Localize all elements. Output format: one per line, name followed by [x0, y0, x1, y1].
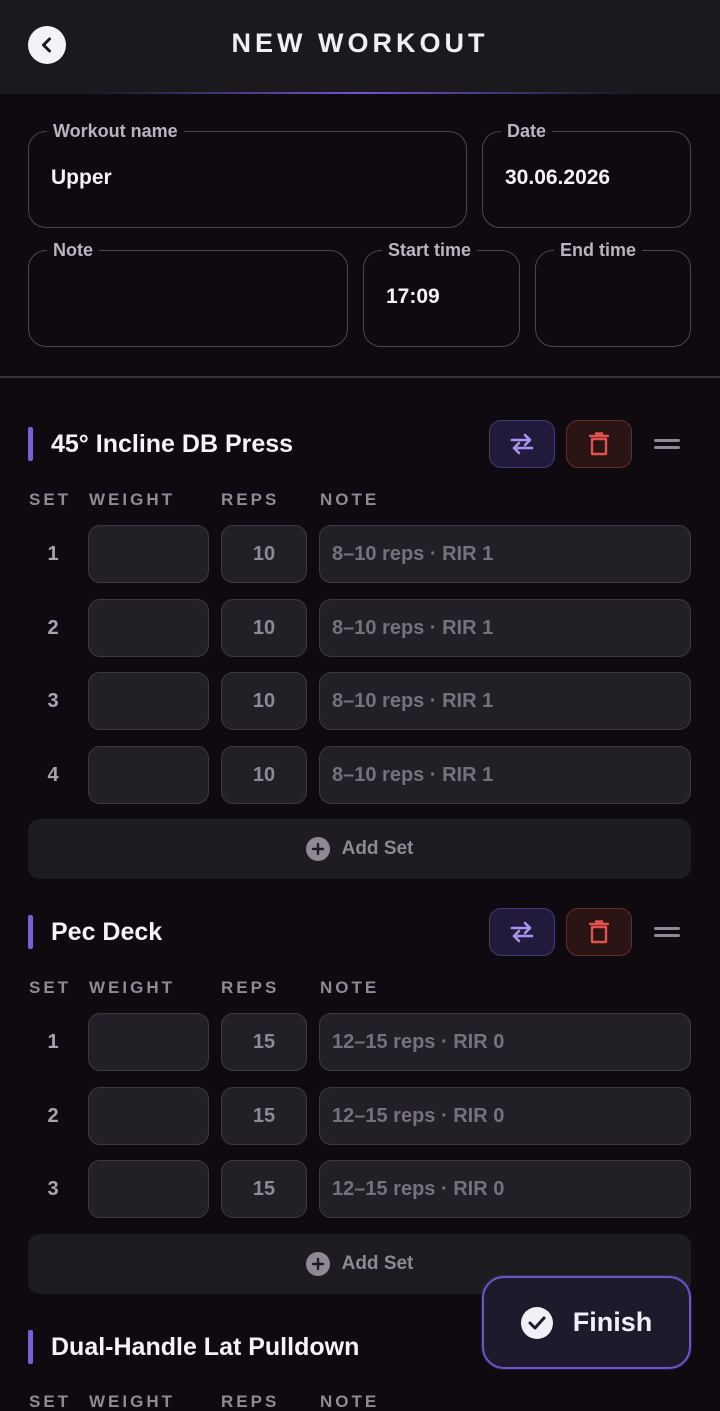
set-note-input[interactable]: 8–10 reps · RIR 1: [319, 525, 691, 583]
start-time-field[interactable]: Start time 17:09: [363, 239, 520, 347]
col-header-reps: REPS: [221, 978, 280, 997]
col-header-weight: WEIGHT: [89, 490, 175, 509]
exercise-accent-bar: [28, 915, 33, 949]
swap-exercise-button[interactable]: [489, 908, 555, 956]
reps-input[interactable]: 10: [221, 525, 307, 583]
col-header-reps: REPS: [221, 1392, 280, 1411]
col-header-note: NOTE: [320, 978, 380, 997]
set-note-input[interactable]: 8–10 reps · RIR 1: [319, 599, 691, 657]
date-label: Date: [501, 120, 553, 142]
check-circle-icon: [520, 1306, 553, 1339]
weight-input[interactable]: [88, 672, 209, 730]
top-bar: NEW WORKOUT: [0, 0, 720, 94]
set-note-input[interactable]: 8–10 reps · RIR 1: [319, 746, 691, 804]
reps-input[interactable]: 15: [221, 1160, 307, 1218]
weight-input[interactable]: [88, 1013, 209, 1071]
section-divider: [0, 376, 720, 378]
exercise-name: Pec Deck: [51, 918, 163, 946]
set-number: 4: [47, 764, 59, 786]
col-header-note: NOTE: [320, 490, 380, 509]
weight-input[interactable]: [88, 746, 209, 804]
exercise-header: Pec Deck: [28, 908, 692, 958]
weight-input[interactable]: [88, 1087, 209, 1145]
delete-exercise-button[interactable]: [566, 420, 632, 468]
swap-exercise-button[interactable]: [489, 420, 555, 468]
set-number: 3: [47, 690, 59, 712]
weight-input[interactable]: [88, 599, 209, 657]
date-value: 30.06.2026: [505, 166, 611, 189]
reps-input[interactable]: 10: [221, 599, 307, 657]
page-title: NEW WORKOUT: [231, 28, 489, 58]
add-set-button[interactable]: Add Set: [28, 819, 691, 879]
set-number: 1: [47, 543, 59, 565]
note-field[interactable]: Note: [28, 239, 348, 347]
add-set-label: Add Set: [341, 1253, 414, 1274]
set-note-input[interactable]: 12–15 reps · RIR 0: [319, 1087, 691, 1145]
col-header-set: SET: [29, 978, 72, 997]
workout-name-value: Upper: [51, 166, 112, 189]
exercise-header: 45° Incline DB Press: [28, 420, 692, 470]
swap-arrows-icon: [510, 433, 534, 455]
exercise-name: 45° Incline DB Press: [51, 430, 294, 458]
col-header-reps: REPS: [221, 490, 280, 509]
set-number: 2: [47, 1105, 59, 1127]
workout-name-field[interactable]: Workout name Upper: [28, 120, 467, 228]
start-time-value: 17:09: [386, 285, 440, 308]
exercise-accent-bar: [28, 427, 33, 461]
reps-input[interactable]: 10: [221, 746, 307, 804]
reps-input[interactable]: 15: [221, 1087, 307, 1145]
exercise-name: Dual-Handle Lat Pulldown: [51, 1333, 360, 1361]
weight-input[interactable]: [88, 1160, 209, 1218]
col-header-set: SET: [29, 1392, 72, 1411]
col-header-set: SET: [29, 490, 72, 509]
trash-icon: [588, 432, 610, 456]
workout-name-label: Workout name: [47, 120, 184, 142]
note-label: Note: [47, 239, 99, 261]
delete-exercise-button[interactable]: [566, 908, 632, 956]
start-time-label: Start time: [382, 239, 478, 261]
drag-handle-icon[interactable]: [654, 436, 680, 452]
reps-input[interactable]: 10: [221, 672, 307, 730]
exercise-accent-bar: [28, 1330, 33, 1364]
drag-handle-icon[interactable]: [654, 924, 680, 940]
set-note-input[interactable]: 12–15 reps · RIR 0: [319, 1013, 691, 1071]
weight-input[interactable]: [88, 525, 209, 583]
set-number: 1: [47, 1031, 59, 1053]
new-workout-screen: NEW WORKOUT Workout name Upper Date 30.0…: [0, 0, 720, 1411]
finish-button[interactable]: Finish: [482, 1276, 691, 1369]
col-header-note: NOTE: [320, 1392, 380, 1411]
col-header-weight: WEIGHT: [89, 978, 175, 997]
set-number: 2: [47, 617, 59, 639]
trash-icon: [588, 920, 610, 944]
end-time-field[interactable]: End time: [535, 239, 691, 347]
col-header-weight: WEIGHT: [89, 1392, 175, 1411]
set-note-input[interactable]: 12–15 reps · RIR 0: [319, 1160, 691, 1218]
end-time-label: End time: [554, 239, 643, 261]
add-set-label: Add Set: [341, 838, 414, 859]
finish-label: Finish: [572, 1307, 653, 1337]
date-field[interactable]: Date 30.06.2026: [482, 120, 691, 228]
plus-circle-icon: [305, 837, 330, 861]
swap-arrows-icon: [510, 921, 534, 943]
set-note-input[interactable]: 8–10 reps · RIR 1: [319, 672, 691, 730]
reps-input[interactable]: 15: [221, 1013, 307, 1071]
set-number: 3: [47, 1178, 59, 1200]
plus-circle-icon: [305, 1252, 330, 1276]
